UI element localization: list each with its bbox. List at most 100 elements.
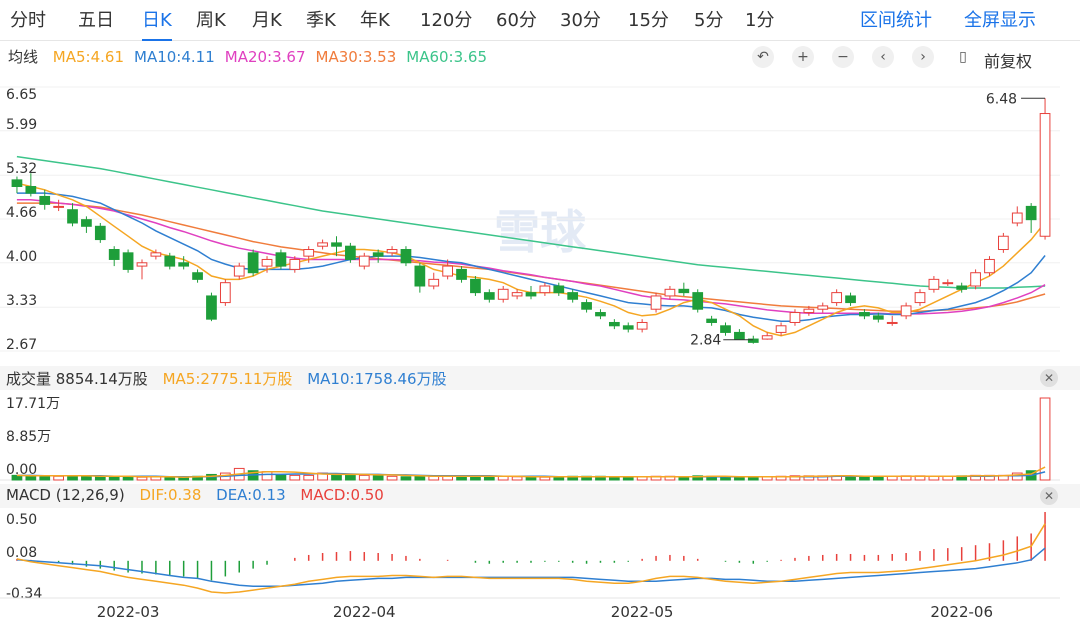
candle-body — [443, 266, 453, 276]
candle-body — [1012, 213, 1022, 223]
candle-body — [985, 259, 995, 272]
candle-body — [693, 293, 703, 310]
candle-body — [207, 296, 217, 319]
candle-body — [943, 283, 953, 284]
candle-body — [957, 286, 967, 289]
candle-body — [484, 293, 494, 300]
candle-body — [26, 186, 36, 193]
volume-bar — [512, 477, 522, 480]
volume-bar — [401, 477, 411, 480]
volume-bar — [526, 477, 536, 480]
volume-bar — [137, 477, 147, 480]
candle-body — [887, 322, 897, 323]
candle-body — [915, 293, 925, 303]
candle-body — [193, 273, 203, 280]
annotation-label: 2.84 — [690, 333, 721, 349]
candle-body — [512, 293, 522, 296]
candle-body — [109, 250, 119, 260]
candle-body — [304, 250, 314, 257]
volume-bar — [387, 476, 397, 480]
candle-body — [248, 253, 258, 273]
candle-body — [95, 226, 105, 239]
candle-body — [401, 250, 411, 263]
candle-body — [568, 293, 578, 300]
price-tick-label: 5.99 — [6, 117, 37, 133]
candle-body — [609, 322, 619, 325]
candle-body — [234, 266, 244, 276]
candle-body — [999, 236, 1009, 249]
volume-bar — [359, 475, 369, 480]
volume-bar — [346, 474, 356, 480]
volume-bar — [262, 472, 272, 480]
candle-body — [762, 336, 772, 339]
candle-body — [359, 256, 369, 266]
candle-body — [540, 286, 550, 293]
volume-bar — [290, 475, 300, 480]
candle-body — [818, 306, 828, 309]
macd-tick-label: 0.50 — [6, 512, 37, 528]
volume-bar — [276, 474, 286, 480]
candle-body — [318, 243, 328, 246]
candle-body — [498, 289, 508, 299]
candle-body — [137, 263, 147, 266]
candle-body — [623, 326, 633, 329]
price-tick-label: 3.33 — [6, 293, 37, 309]
candle-body — [387, 250, 397, 253]
volume-bar — [373, 476, 383, 480]
price-tick-label: 4.66 — [6, 205, 37, 221]
candle-body — [860, 313, 870, 316]
candle-body — [873, 316, 883, 319]
candle-body — [735, 332, 745, 339]
candle-body — [596, 313, 606, 316]
x-tick-label: 2022-03 — [97, 603, 160, 621]
candle-body — [123, 253, 133, 270]
macd-tick-label: -0.34 — [6, 586, 42, 602]
candle-body — [901, 306, 911, 316]
kline-chart[interactable]: 雪球6.655.995.324.664.003.332.676.482.8417… — [0, 0, 1080, 638]
candle-body — [929, 279, 939, 289]
candle-body — [415, 266, 425, 286]
candle-body — [651, 296, 661, 309]
candle-body — [151, 253, 161, 256]
candle-body — [790, 313, 800, 323]
macd-tick-label: 0.08 — [6, 545, 37, 561]
candle-body — [971, 273, 981, 286]
candle-body — [346, 246, 356, 259]
candle-body — [82, 220, 92, 227]
x-tick-label: 2022-04 — [333, 603, 396, 621]
candle-body — [262, 259, 272, 266]
volume-bar — [540, 477, 550, 480]
annotation-label: 6.48 — [986, 91, 1017, 107]
candle-body — [220, 283, 230, 303]
candle-body — [582, 303, 592, 310]
candle-body — [276, 253, 286, 266]
volume-bar — [304, 475, 314, 480]
volume-tick-label: 17.71万 — [6, 396, 60, 412]
candle-body — [40, 196, 50, 204]
volume-bar — [54, 476, 64, 480]
volume-bar — [873, 477, 883, 480]
candle-body — [554, 286, 564, 293]
candle-body — [332, 243, 342, 246]
candle-body — [707, 319, 717, 322]
volume-bar — [860, 477, 870, 480]
candle-body — [179, 263, 189, 266]
candle-body — [846, 296, 856, 303]
candle-body — [290, 259, 300, 269]
volume-bar — [623, 477, 633, 480]
candle-body — [832, 293, 842, 303]
candle-body — [679, 289, 689, 292]
price-tick-label: 5.32 — [6, 161, 37, 177]
candle-body — [637, 322, 647, 329]
price-tick-label: 2.67 — [6, 337, 37, 353]
volume-bar — [82, 476, 92, 480]
candle-body — [54, 206, 64, 207]
price-tick-label: 4.00 — [6, 249, 37, 265]
candle-body — [1026, 206, 1036, 219]
volume-bar — [109, 477, 119, 480]
watermark: 雪球 — [494, 205, 587, 259]
volume-bar — [484, 477, 494, 480]
macd-dif-line — [17, 524, 1045, 593]
candle-body — [373, 253, 383, 256]
volume-bar — [735, 477, 745, 480]
